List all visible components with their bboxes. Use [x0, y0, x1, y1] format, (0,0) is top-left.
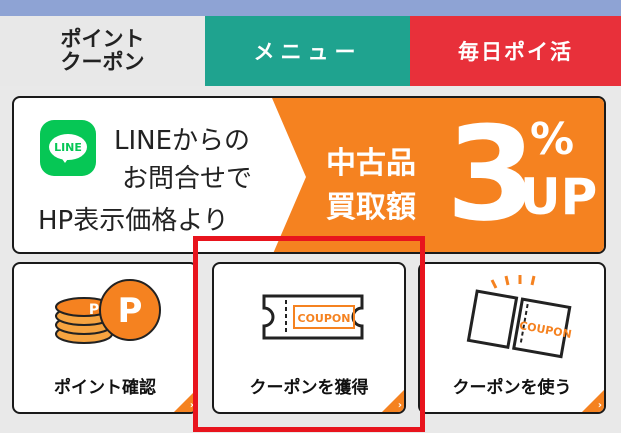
use-coupon-button[interactable]: COUPON クーポンを使う › [418, 262, 606, 414]
tab-point-coupon-line1: ポイント [60, 27, 145, 51]
line-inquiry-banner[interactable]: LINE LINEからの お問合せで HP表示価格より 中古品 買取額 3 % … [12, 96, 606, 254]
coupon-ticket-icon: COUPON [262, 294, 364, 340]
point-check-button[interactable]: P P ポイント確認 › [12, 262, 198, 414]
banner-up: UP [520, 168, 598, 226]
tab-daily-poikatsu[interactable]: 毎日ポイ活 [410, 16, 621, 86]
point-coin-letter-small: P [89, 302, 99, 318]
point-coin-letter: P [118, 291, 143, 331]
main-content: LINE LINEからの お問合せで HP表示価格より 中古品 買取額 3 % … [0, 86, 621, 433]
get-coupon-button[interactable]: COUPON クーポンを獲得 › [212, 262, 406, 414]
banner-used-goods: 中古品 [326, 146, 416, 181]
point-check-label: ポイント確認 [54, 378, 156, 398]
tab-point-coupon[interactable]: ポイント クーポン [0, 16, 205, 86]
banner-text-line2: お問合せで [122, 164, 253, 194]
tab-point-coupon-line2: クーポン [60, 50, 145, 74]
top-strip [0, 0, 621, 16]
point-coins-icon: P P [55, 279, 161, 344]
coupon-use-icon: COUPON [466, 275, 573, 359]
chevron-right-icon: › [397, 400, 402, 411]
use-coupon-label: クーポンを使う [452, 378, 572, 398]
banner-text-line3: HP表示価格より [38, 206, 229, 236]
banner-percent: % [530, 114, 575, 165]
tab-bar: ポイント クーポン メニュー 毎日ポイ活 [0, 16, 621, 86]
tab-menu[interactable]: メニュー [205, 16, 410, 86]
coupon-icon-text: COUPON [298, 312, 351, 325]
line-logo-icon: LINE [40, 120, 96, 176]
chevron-right-icon: › [189, 400, 194, 411]
banner-text-line1: LINEからの [114, 126, 251, 156]
banner-purchase-price: 買取額 [326, 190, 416, 225]
get-coupon-label: クーポンを獲得 [249, 378, 369, 398]
chevron-right-icon: › [597, 400, 602, 411]
